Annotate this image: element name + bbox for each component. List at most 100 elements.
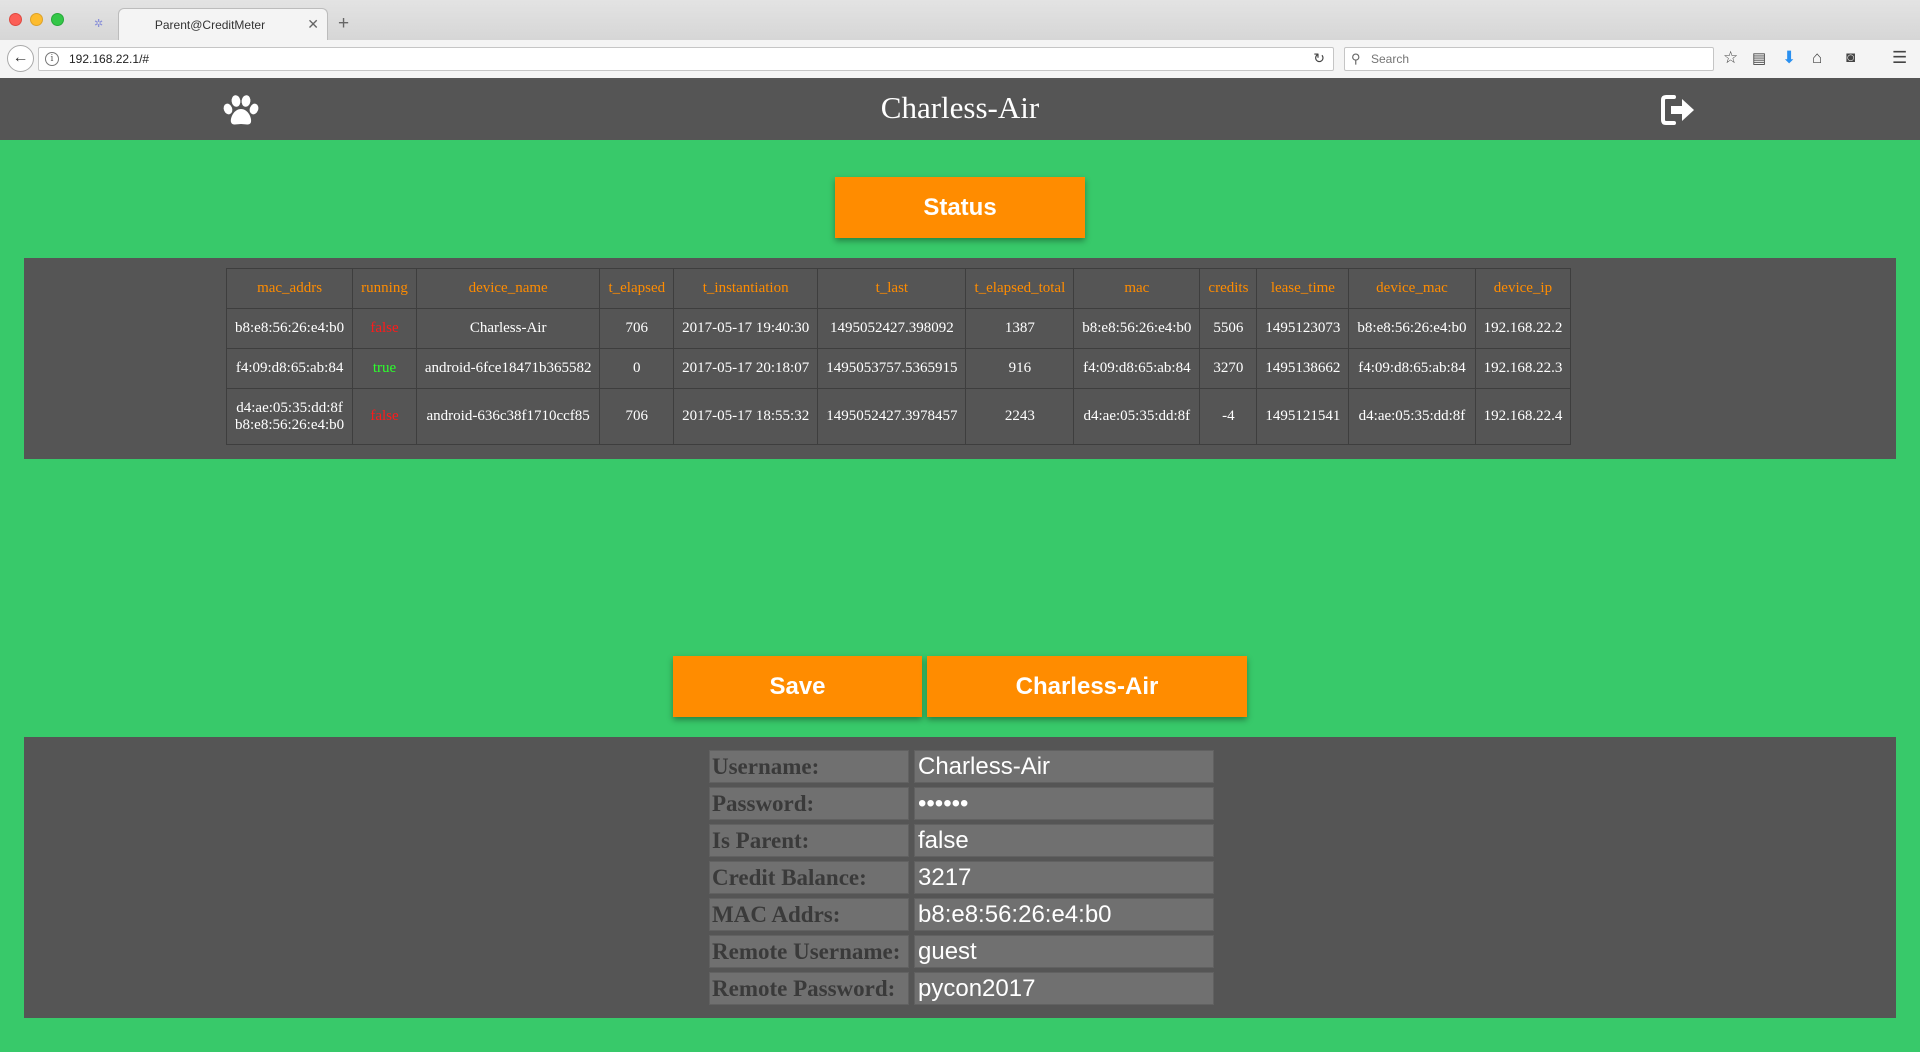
tab-bar: ✲ Parent@CreditMeter ✕ + (0, 0, 1920, 40)
mac-cell: b8:e8:56:26:e4:b0 (1073, 308, 1201, 349)
t-elapsed-cell: 0 (599, 348, 675, 389)
device-name-cell: android-6fce18471b365582 (415, 348, 601, 389)
device-name-cell: android-636c38f1710ccf85 (415, 388, 601, 445)
tab-close-icon[interactable]: ✕ (307, 16, 319, 33)
lease-time-cell: 1495121541 (1256, 388, 1350, 445)
navigation-bar: ← i 192.168.22.1/# ↻ ⚲ ☆ ▤ ⬇ ⌂ ◙ ☰ (0, 40, 1920, 78)
column-header: device_mac (1348, 268, 1476, 309)
column-header: mac_addrs (225, 268, 354, 309)
running-cell: false (352, 308, 417, 349)
t-elapsed-total-cell: 916 (965, 348, 1075, 389)
bookmark-star-icon[interactable]: ☆ (1723, 48, 1738, 68)
device-table: mac_addrs running device_name t_elapsed … (225, 268, 1572, 445)
mac-addr: d4:ae:05:35:dd:8f (236, 399, 343, 416)
reload-icon[interactable]: ↻ (1313, 50, 1325, 67)
close-window-button[interactable] (9, 13, 22, 26)
running-cell: true (352, 348, 417, 389)
reader-list-icon[interactable]: ▤ (1752, 49, 1766, 67)
mac-addrs-field[interactable]: b8:e8:56:26:e4:b0 (914, 898, 1214, 931)
search-bar[interactable]: ⚲ (1344, 47, 1714, 71)
remote-password-field[interactable]: pycon2017 (914, 972, 1214, 1005)
t-elapsed-total-cell: 1387 (965, 308, 1075, 349)
browser-tab[interactable]: Parent@CreditMeter ✕ (118, 8, 328, 40)
app-header: Charless-Air (0, 78, 1920, 140)
mac-addrs-cell: f4:09:d8:65:ab:84 (225, 348, 354, 389)
column-header: device_name (415, 268, 601, 309)
minimize-window-button[interactable] (30, 13, 43, 26)
t-instantiation-cell: 2017-05-17 19:40:30 (673, 308, 819, 349)
device-mac-cell: f4:09:d8:65:ab:84 (1348, 348, 1476, 389)
t-last-cell: 1495053757.5365915 (817, 348, 967, 389)
column-header: device_ip (1474, 268, 1572, 309)
table-row: d4:ae:05:35:dd:8f b8:e8:56:26:e4:b0 false… (225, 388, 1572, 445)
url-text[interactable]: 192.168.22.1/# (69, 52, 149, 66)
column-header: credits (1199, 268, 1258, 309)
pocket-icon[interactable]: ◙ (1846, 49, 1855, 66)
logout-icon[interactable] (1660, 93, 1696, 127)
device-ip-cell: 192.168.22.3 (1474, 348, 1572, 389)
mac-cell: f4:09:d8:65:ab:84 (1073, 348, 1201, 389)
table-row: f4:09:d8:65:ab:84 true android-6fce18471… (225, 348, 1572, 389)
menu-icon[interactable]: ☰ (1892, 48, 1907, 68)
column-header: lease_time (1256, 268, 1350, 309)
user-button[interactable]: Charless-Air (927, 656, 1247, 717)
table-header-row: mac_addrs running device_name t_elapsed … (225, 268, 1572, 309)
t-last-cell: 1495052427.398092 (817, 308, 967, 349)
credits-cell: 5506 (1199, 308, 1258, 349)
running-cell: false (352, 388, 417, 445)
mac-addr: b8:e8:56:26:e4:b0 (235, 320, 345, 336)
t-last-cell: 1495052427.3978457 (817, 388, 967, 445)
remote-username-field[interactable]: guest (914, 935, 1214, 968)
is-parent-field[interactable]: false (914, 824, 1214, 857)
device-ip-cell: 192.168.22.4 (1474, 388, 1572, 445)
lease-time-cell: 1495138662 (1256, 348, 1350, 389)
new-tab-button[interactable]: + (338, 13, 349, 35)
username-field[interactable]: Charless-Air (914, 750, 1214, 783)
t-elapsed-cell: 706 (599, 308, 675, 349)
table-row: b8:e8:56:26:e4:b0 false Charless-Air 706… (225, 308, 1572, 349)
mac-addrs-cell: b8:e8:56:26:e4:b0 (225, 308, 354, 349)
device-mac-cell: b8:e8:56:26:e4:b0 (1348, 308, 1476, 349)
column-header: t_elapsed (599, 268, 675, 309)
mac-addr: b8:e8:56:26:e4:b0 (235, 416, 345, 433)
device-ip-cell: 192.168.22.2 (1474, 308, 1572, 349)
maximize-window-button[interactable] (51, 13, 64, 26)
search-icon: ⚲ (1351, 51, 1361, 66)
remote-password-label: Remote Password: (709, 972, 909, 1005)
search-input[interactable] (1371, 52, 1701, 66)
device-name-cell: Charless-Air (415, 308, 601, 349)
device-mac-cell: d4:ae:05:35:dd:8f (1348, 388, 1476, 445)
username-label: Username: (709, 750, 909, 783)
credits-cell: -4 (1199, 388, 1258, 445)
url-bar[interactable]: i 192.168.22.1/# ↻ (38, 47, 1334, 71)
status-button[interactable]: Status (835, 177, 1085, 238)
mac-addrs-cell: d4:ae:05:35:dd:8f b8:e8:56:26:e4:b0 (225, 388, 354, 445)
page-title: Charless-Air (880, 90, 1040, 125)
password-label: Password: (709, 787, 909, 820)
credits-cell: 3270 (1199, 348, 1258, 389)
status-panel: mac_addrs running device_name t_elapsed … (24, 258, 1896, 459)
mac-addr: f4:09:d8:65:ab:84 (235, 360, 344, 376)
t-instantiation-cell: 2017-05-17 18:55:32 (673, 388, 819, 445)
info-icon[interactable]: i (45, 52, 59, 66)
credit-balance-label: Credit Balance: (709, 861, 909, 894)
column-header: t_last (817, 268, 967, 309)
credit-balance-field[interactable]: 3217 (914, 861, 1214, 894)
password-field[interactable]: •••••• (914, 787, 1214, 820)
t-elapsed-cell: 706 (599, 388, 675, 445)
mac-cell: d4:ae:05:35:dd:8f (1073, 388, 1201, 445)
download-icon[interactable]: ⬇ (1782, 48, 1796, 68)
tab-loading-icon: ✲ (94, 18, 104, 30)
mac-addrs-label: MAC Addrs: (709, 898, 909, 931)
is-parent-label: Is Parent: (709, 824, 909, 857)
lease-time-cell: 1495123073 (1256, 308, 1350, 349)
save-button[interactable]: Save (673, 656, 922, 717)
back-button[interactable]: ← (7, 45, 34, 72)
home-icon[interactable]: ⌂ (1812, 48, 1822, 68)
profile-panel: Username: Charless-Air Password: •••••• … (24, 737, 1896, 1018)
column-header: running (352, 268, 417, 309)
remote-username-label: Remote Username: (709, 935, 909, 968)
column-header: t_instantiation (673, 268, 819, 309)
tab-title: Parent@CreditMeter (154, 18, 266, 32)
t-instantiation-cell: 2017-05-17 20:18:07 (673, 348, 819, 389)
